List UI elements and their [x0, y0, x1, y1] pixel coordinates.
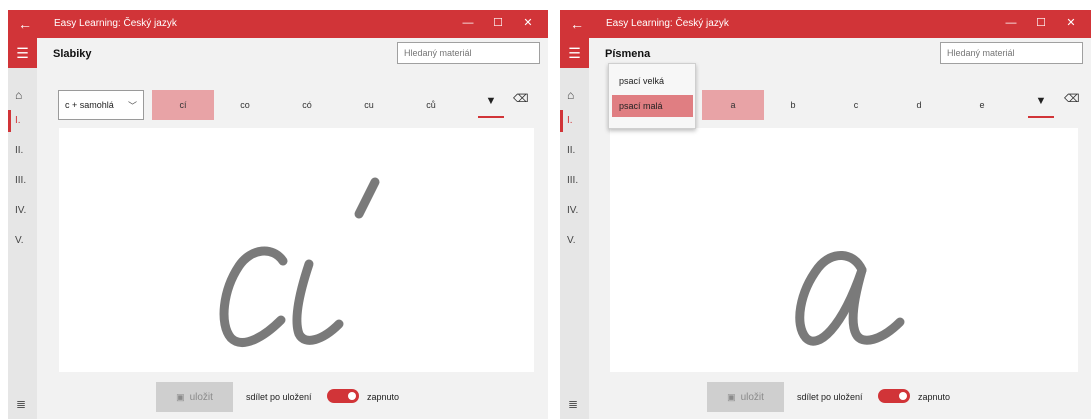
toggle-knob: [348, 392, 356, 400]
toggle-knob: [899, 392, 907, 400]
writing-canvas[interactable]: [610, 128, 1078, 372]
letter-chip[interactable]: d: [888, 90, 950, 120]
eraser-icon[interactable]: ⌫: [1064, 92, 1080, 105]
letter-type-dropdown-menu: psací velká psací malá: [608, 63, 696, 129]
hamburger-menu-icon[interactable]: ☰: [560, 38, 589, 68]
pen-tool-icon[interactable]: ▼: [1028, 90, 1054, 118]
app-window-slabiky: ← Easy Learning: Český jazyk — ☐ ✕ ☰ ⌂ I…: [8, 10, 548, 419]
window-title: Easy Learning: Český jazyk: [606, 18, 729, 29]
share-toggle[interactable]: [878, 389, 910, 403]
home-icon[interactable]: ⌂: [560, 84, 589, 106]
letter-chip[interactable]: e: [951, 90, 1013, 120]
minimize-button[interactable]: —: [460, 16, 476, 30]
menu-item-lowercase-cursive[interactable]: psací malá: [612, 95, 693, 117]
syllable-chip[interactable]: cu: [338, 90, 400, 120]
page-header: Slabiky: [37, 38, 548, 68]
sidebar-item-1[interactable]: I.: [560, 110, 589, 132]
close-button[interactable]: ✕: [1063, 16, 1079, 30]
hamburger-menu-icon[interactable]: ☰: [8, 38, 37, 68]
toggle-state-label: zapnuto: [367, 392, 400, 402]
save-button[interactable]: ▣ uložit: [156, 382, 233, 412]
back-arrow-icon[interactable]: ←: [570, 15, 584, 33]
sidebar-item-5[interactable]: V.: [560, 230, 589, 252]
handwritten-a-glyph: [795, 251, 905, 346]
save-label: uložit: [189, 392, 213, 403]
share-after-save-label: sdílet po uložení: [797, 392, 863, 402]
syllable-chip[interactable]: ců: [400, 90, 462, 120]
toggle-state-label: zapnuto: [918, 392, 951, 402]
syllable-chip[interactable]: co: [214, 90, 276, 120]
search-input[interactable]: [940, 42, 1083, 64]
home-icon[interactable]: ⌂: [8, 84, 37, 106]
letter-chip[interactable]: a: [702, 90, 764, 120]
sidebar-item-3[interactable]: III.: [560, 170, 589, 192]
maximize-button[interactable]: ☐: [1033, 16, 1049, 30]
page-title: Slabiky: [53, 48, 92, 60]
list-view-icon[interactable]: ≣: [16, 397, 26, 411]
writing-canvas[interactable]: [59, 128, 534, 372]
dropdown-value: c + samohlá: [65, 100, 114, 110]
title-bar: ← Easy Learning: Český jazyk — ☐ ✕: [8, 10, 548, 38]
pen-tool-icon[interactable]: ▼: [478, 90, 504, 118]
save-icon: ▣: [727, 392, 736, 402]
save-button[interactable]: ▣ uložit: [707, 382, 784, 412]
search-input[interactable]: [397, 42, 540, 64]
sidebar: ☰ ⌂ I. II. III. IV. V. ≣: [8, 38, 37, 419]
syllable-chip[interactable]: cí: [152, 90, 214, 120]
sidebar-item-5[interactable]: V.: [8, 230, 37, 252]
syllable-group-dropdown[interactable]: c + samohlá ﹀: [58, 90, 144, 120]
handwritten-ci-glyph: [219, 177, 380, 347]
window-title: Easy Learning: Český jazyk: [54, 18, 177, 29]
close-button[interactable]: ✕: [520, 16, 536, 30]
sidebar-item-2[interactable]: II.: [8, 140, 37, 162]
app-window-pismena: ← Easy Learning: Český jazyk — ☐ ✕ ☰ ⌂ I…: [560, 10, 1091, 419]
letter-chip[interactable]: c: [825, 90, 887, 120]
back-arrow-icon[interactable]: ←: [18, 15, 32, 33]
page-title: Písmena: [605, 48, 651, 60]
minimize-button[interactable]: —: [1003, 16, 1019, 30]
sidebar-item-1[interactable]: I.: [8, 110, 37, 132]
sidebar-item-2[interactable]: II.: [560, 140, 589, 162]
sidebar-item-4[interactable]: IV.: [8, 200, 37, 222]
save-label: uložit: [740, 392, 764, 403]
save-icon: ▣: [176, 392, 185, 402]
syllable-chip[interactable]: có: [276, 90, 338, 120]
maximize-button[interactable]: ☐: [490, 16, 506, 30]
share-toggle[interactable]: [327, 389, 359, 403]
chevron-down-icon: ﹀: [127, 101, 137, 111]
title-bar: ← Easy Learning: Český jazyk — ☐ ✕: [560, 10, 1091, 38]
sidebar-item-3[interactable]: III.: [8, 170, 37, 192]
list-view-icon[interactable]: ≣: [568, 397, 578, 411]
menu-item-uppercase-cursive[interactable]: psací velká: [612, 70, 693, 92]
sidebar: ☰ ⌂ I. II. III. IV. V. ≣: [560, 38, 589, 419]
share-after-save-label: sdílet po uložení: [246, 392, 312, 402]
letter-chip[interactable]: b: [762, 90, 824, 120]
eraser-icon[interactable]: ⌫: [513, 92, 529, 105]
sidebar-item-4[interactable]: IV.: [560, 200, 589, 222]
